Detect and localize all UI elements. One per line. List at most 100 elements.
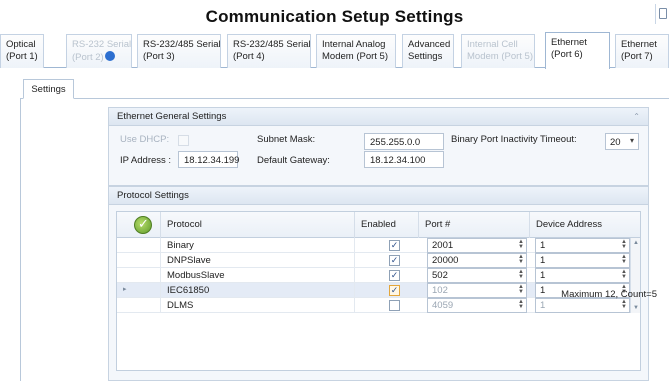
- table-row[interactable]: DNPSlave ✓ 20000 ▲ ▼ 1 ▲ ▼: [117, 253, 630, 268]
- port-stepper[interactable]: 502 ▲ ▼: [427, 268, 527, 283]
- default-gateway-label: Default Gateway:: [257, 155, 330, 166]
- binary-port-timeout-label: Binary Port Inactivity Timeout:: [451, 134, 577, 145]
- port-value: 2001: [432, 240, 454, 251]
- spinner-icon[interactable]: ▲ ▼: [621, 254, 627, 265]
- grid-scrollbar[interactable]: ▲ ▼: [630, 238, 640, 313]
- tab-label-line2: (Port 2): [72, 52, 104, 63]
- info-icon[interactable]: [104, 51, 115, 61]
- use-dhcp-label: Use DHCP:: [120, 134, 170, 145]
- grid-header: Protocol Enabled Port # Device Address: [117, 212, 640, 238]
- timeout-value: 20: [610, 137, 621, 148]
- enabled-checkbox[interactable]: ✓: [389, 285, 400, 296]
- tab-label-line2: Modem (Port 5): [322, 51, 388, 62]
- column-header-protocol[interactable]: Protocol: [161, 212, 355, 238]
- window-title: Communication Setup Settings: [205, 7, 464, 26]
- tab-internal-analog-modem-port-5[interactable]: Internal Analog Modem (Port 5): [316, 34, 396, 68]
- tab-optical-port-1[interactable]: Optical (Port 1): [0, 34, 44, 68]
- port-stepper: 102 ▲ ▼: [427, 283, 527, 298]
- default-gateway-field[interactable]: 18.12.34.100: [364, 151, 444, 168]
- tab-label-line2: (Port 3): [143, 51, 175, 62]
- device-address-stepper: 1 ▲ ▼: [535, 298, 630, 313]
- port-stepper: 4059 ▲ ▼: [427, 298, 527, 313]
- spinner-icon: ▲ ▼: [518, 284, 524, 295]
- tab-ethernet-port-7[interactable]: Ethernet (Port 7): [615, 34, 669, 68]
- tab-label-line1: Internal Cell: [467, 39, 518, 50]
- tab-label-line2: (Port 6): [551, 49, 583, 60]
- group-header: Ethernet General Settings ⌃: [109, 108, 648, 126]
- grid-logo-cell: [117, 212, 161, 238]
- tab-label-line1: Advanced: [408, 39, 451, 50]
- tab-rs232-port-2: RS-232 Serial (Port 2): [66, 34, 132, 68]
- enabled-checkbox[interactable]: ✓: [389, 270, 400, 281]
- table-row[interactable]: ModbusSlave ✓ 502 ▲ ▼ 1 ▲ ▼: [117, 268, 630, 283]
- tab-settings[interactable]: Settings: [23, 79, 74, 99]
- row-indicator-cell: [117, 238, 161, 253]
- column-header-port[interactable]: Port #: [419, 212, 530, 238]
- port-value: 102: [432, 285, 448, 296]
- device-address-stepper[interactable]: 1 ▲ ▼: [535, 238, 630, 253]
- port-value: 502: [432, 270, 448, 281]
- tab-label-line1: Optical: [6, 39, 36, 50]
- tab-label-line1: RS-232 Serial: [72, 39, 132, 50]
- group-header: Protocol Settings: [109, 187, 648, 205]
- spinner-icon[interactable]: ▲ ▼: [621, 269, 627, 280]
- spinner-icon[interactable]: ▲ ▼: [518, 269, 524, 280]
- row-indicator-cell: [117, 253, 161, 268]
- enabled-checkbox[interactable]: ✓: [389, 255, 400, 266]
- collapse-icon[interactable]: ⌃: [633, 112, 640, 121]
- spinner-icon[interactable]: ▲ ▼: [518, 239, 524, 250]
- tab-content: Settings Ethernet General Settings ⌃ Use…: [0, 68, 669, 381]
- protocol-name: ModbusSlave: [161, 268, 355, 283]
- use-dhcp-checkbox: [178, 135, 189, 146]
- port-stepper[interactable]: 20000 ▲ ▼: [427, 253, 527, 268]
- column-header-enabled[interactable]: Enabled: [355, 212, 419, 238]
- tab-label-line1: RS-232/485 Serial: [233, 39, 311, 50]
- table-row[interactable]: DLMS 4059 ▲ ▼ 1 ▲ ▼: [117, 298, 630, 313]
- ip-address-label: IP Address :: [120, 155, 172, 166]
- port-value: 20000: [432, 255, 459, 266]
- enabled-checkbox[interactable]: [389, 300, 400, 311]
- device-address-stepper[interactable]: 1 ▲ ▼: [535, 253, 630, 268]
- tab-label-line2: Modem (Port 5): [467, 51, 533, 62]
- chevron-down-icon: ▾: [629, 136, 634, 145]
- group-title: Ethernet General Settings: [117, 111, 227, 122]
- tab-rs232-485-port-4[interactable]: RS-232/485 Serial (Port 4): [227, 34, 311, 68]
- protocol-name: DNPSlave: [161, 253, 355, 268]
- port-tab-strip: Optical (Port 1) RS-232 Serial (Port 2) …: [0, 31, 669, 69]
- tab-label-line1: RS-232/485 Serial: [143, 39, 221, 50]
- row-indicator-cell: ▸: [117, 283, 161, 298]
- spinner-icon[interactable]: ▲ ▼: [518, 254, 524, 265]
- tab-advanced-settings[interactable]: Advanced Settings: [402, 34, 454, 68]
- enabled-checkbox[interactable]: ✓: [389, 240, 400, 251]
- binary-port-timeout-select[interactable]: 20 ▾: [605, 133, 639, 150]
- tab-label-line2: Settings: [408, 51, 443, 62]
- table-row[interactable]: Binary ✓ 2001 ▲ ▼ 1 ▲ ▼: [117, 238, 630, 253]
- protocol-name: DLMS: [161, 298, 355, 313]
- scroll-up-icon[interactable]: ▲: [633, 240, 639, 246]
- port-stepper[interactable]: 2001 ▲ ▼: [427, 238, 527, 253]
- tab-ethernet-port-6[interactable]: Ethernet (Port 6): [545, 32, 610, 69]
- device-value: 1: [540, 300, 546, 311]
- ethernet-general-settings-group: Ethernet General Settings ⌃ Use DHCP: IP…: [108, 107, 649, 186]
- ip-address-field[interactable]: 18.12.34.199: [178, 151, 239, 168]
- scroll-down-icon[interactable]: ▼: [633, 305, 639, 311]
- row-indicator-icon: ▸: [123, 286, 127, 293]
- subnet-mask-label: Subnet Mask:: [257, 134, 316, 145]
- device-value: 1: [540, 240, 546, 251]
- device-value: 1: [540, 285, 546, 296]
- restore-icon[interactable]: [655, 4, 669, 24]
- tab-label-line1: Internal Analog: [322, 39, 386, 50]
- subnet-mask-field[interactable]: 255.255.0.0: [364, 133, 444, 150]
- tab-internal-cell-modem-port-5: Internal Cell Modem (Port 5): [461, 34, 535, 68]
- protocol-name: IEC61850: [161, 283, 355, 298]
- column-header-device-address[interactable]: Device Address: [530, 212, 632, 238]
- tab-rs232-485-port-3[interactable]: RS-232/485 Serial (Port 3): [137, 34, 221, 68]
- device-address-stepper[interactable]: 1 ▲ ▼: [535, 268, 630, 283]
- table-row-selected[interactable]: ▸ IEC61850 ✓ 102 ▲ ▼ 1 ▲ ▼: [117, 283, 630, 298]
- device-value: 1: [540, 255, 546, 266]
- tab-label-line2: (Port 7): [621, 51, 653, 62]
- protocol-name: Binary: [161, 238, 355, 253]
- spinner-icon[interactable]: ▲ ▼: [621, 239, 627, 250]
- spinner-icon: ▲ ▼: [518, 299, 524, 310]
- tab-label-line1: Ethernet: [621, 39, 657, 50]
